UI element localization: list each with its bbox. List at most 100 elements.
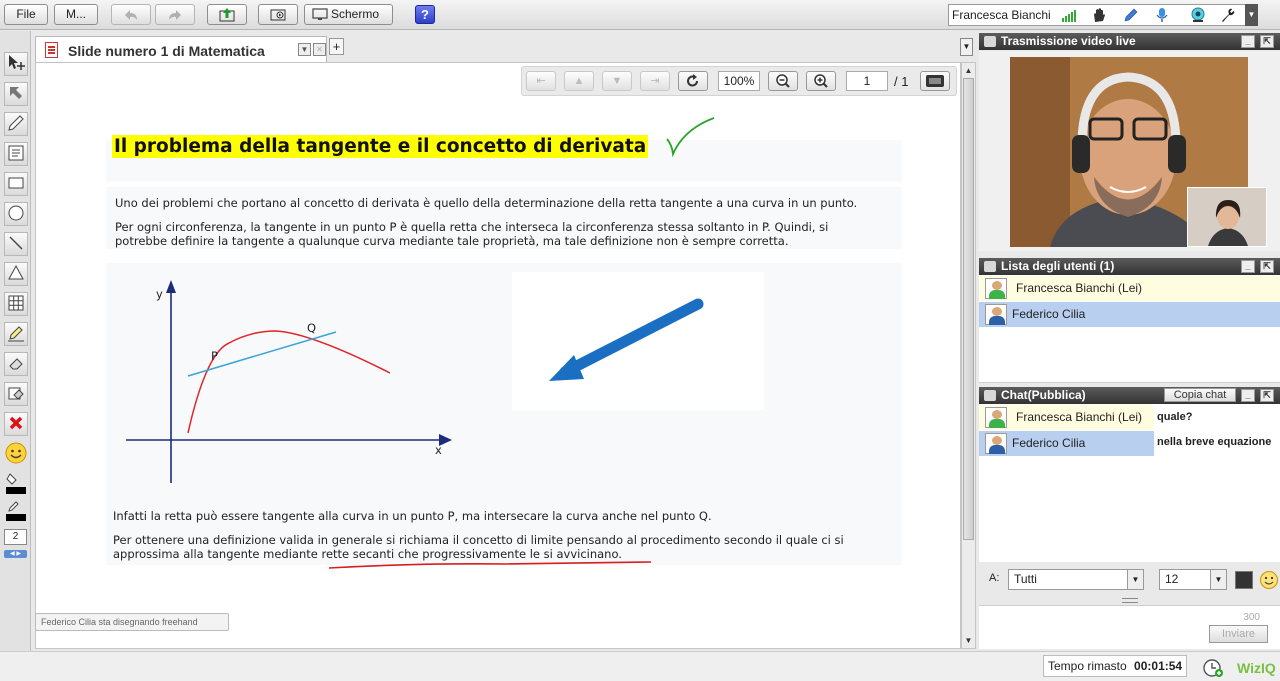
- zoom-in-button[interactable]: [806, 71, 836, 91]
- webcam-icon[interactable]: [1189, 7, 1207, 23]
- first-slide-button[interactable]: ⇤: [526, 71, 556, 91]
- time-remaining-label: Tempo rimasto: [1048, 659, 1127, 673]
- scroll-thumb[interactable]: [963, 78, 974, 540]
- microphone-icon[interactable]: [1153, 7, 1171, 23]
- rectangle-icon: [8, 177, 24, 189]
- zoom-level[interactable]: 100%: [718, 71, 760, 91]
- zoom-out-button[interactable]: [768, 71, 798, 91]
- move-tool-button[interactable]: [4, 52, 28, 76]
- user-avatar-icon: [985, 407, 1007, 428]
- add-tab-button[interactable]: +: [329, 38, 344, 55]
- pencil-icon[interactable]: [1122, 7, 1140, 23]
- freehand-tool-button[interactable]: [4, 112, 28, 136]
- wrench-icon[interactable]: [1219, 7, 1237, 23]
- stroke-pencil-icon: [6, 501, 26, 521]
- minimize-icon[interactable]: _: [1241, 35, 1255, 48]
- popout-icon[interactable]: ⇱: [1260, 35, 1274, 48]
- minimize-icon[interactable]: _: [1241, 260, 1255, 273]
- highlighter-tool-button[interactable]: [4, 322, 28, 346]
- tab-menu-icon[interactable]: ▼: [298, 43, 311, 56]
- upload-button[interactable]: [207, 4, 247, 25]
- line-icon: [9, 236, 23, 250]
- user-name: Federico Cilia: [1012, 307, 1086, 321]
- chat-message-author: Francesca Bianchi (Lei): [979, 405, 1154, 430]
- tab-close-icon[interactable]: ✕: [313, 43, 326, 56]
- minimize-icon[interactable]: _: [1241, 389, 1255, 402]
- scroll-down-arrow[interactable]: ▼: [963, 634, 974, 647]
- emoticon-tool-button[interactable]: [4, 441, 28, 465]
- select-tool-button[interactable]: [4, 82, 28, 106]
- eraser-tool-button[interactable]: [4, 352, 28, 376]
- previous-slide-button[interactable]: ▲: [564, 71, 594, 91]
- refresh-slide-button[interactable]: [678, 71, 708, 91]
- more-menu-button[interactable]: M...: [54, 4, 98, 25]
- chat-area: Francesca Bianchi (Lei) quale? Federico …: [979, 404, 1280, 649]
- popout-icon[interactable]: ⇱: [1260, 389, 1274, 402]
- copy-chat-button[interactable]: Copia chat: [1164, 388, 1236, 402]
- table-tool-button[interactable]: [4, 292, 28, 316]
- add-time-icon[interactable]: [1201, 655, 1225, 679]
- slide-scrollbar[interactable]: ▲ ▼: [961, 62, 976, 649]
- chat-bubble-icon: [984, 390, 996, 401]
- media-button[interactable]: [258, 4, 298, 25]
- text-tool-button[interactable]: [4, 142, 28, 166]
- popout-icon[interactable]: ⇱: [1260, 260, 1274, 273]
- stroke-color-picker[interactable]: [5, 499, 27, 523]
- scroll-up-arrow[interactable]: ▲: [963, 64, 974, 77]
- point-q-label: Q: [307, 321, 317, 335]
- point-p-label: P: [211, 349, 218, 363]
- clear-page-tool-button[interactable]: [4, 382, 28, 406]
- media-icon: [270, 9, 286, 21]
- drawing-tools-column: 2 ◀ ▶: [0, 31, 31, 651]
- chat-input-field[interactable]: 300 Inviare: [979, 605, 1280, 649]
- red-underline-annotation: [328, 561, 652, 569]
- refresh-icon: [687, 74, 699, 87]
- font-size-select[interactable]: 12 ▼: [1159, 569, 1227, 590]
- tab-slide-matematica[interactable]: Slide numero 1 di Matematica ▼ ✕: [35, 36, 327, 62]
- help-button[interactable]: ?: [415, 5, 435, 24]
- send-button[interactable]: Inviare: [1209, 625, 1268, 643]
- rectangle-tool-button[interactable]: [4, 172, 28, 196]
- user-list: Francesca Bianchi (Lei) Federico Cilia: [979, 275, 1280, 383]
- fill-color-picker[interactable]: [5, 471, 27, 495]
- recipient-value: Tutti: [1014, 572, 1037, 586]
- video-panel-header: Trasmissione video live _ ⇱: [979, 33, 1280, 50]
- redo-icon: [169, 10, 181, 20]
- smiley-icon: [5, 442, 27, 464]
- user-menu-dropdown[interactable]: ▼: [1245, 4, 1258, 26]
- undo-button[interactable]: [111, 4, 151, 25]
- tabs-dropdown-button[interactable]: ▼: [960, 38, 973, 56]
- redo-button[interactable]: [155, 4, 195, 25]
- slide-canvas[interactable]: ⇤ ▲ ▼ ⇥ 100% 1 / 1 Il problema della tan…: [35, 62, 961, 649]
- text-color-picker[interactable]: [1235, 571, 1253, 589]
- grid-icon: [8, 295, 24, 311]
- smiley-icon[interactable]: [1259, 570, 1279, 590]
- monitor-icon: [312, 8, 328, 20]
- screen-share-button[interactable]: Schermo: [304, 4, 393, 25]
- ellipse-tool-button[interactable]: [4, 202, 28, 226]
- fullscreen-button[interactable]: [920, 71, 950, 91]
- select-arrow-icon: [10, 87, 22, 99]
- file-menu-button[interactable]: File: [4, 4, 48, 25]
- delete-tool-button[interactable]: [4, 412, 28, 436]
- page-number-input[interactable]: 1: [846, 71, 888, 91]
- next-slide-button[interactable]: ▼: [602, 71, 632, 91]
- last-slide-button[interactable]: ⇥: [640, 71, 670, 91]
- stroke-size-stepper[interactable]: ◀ ▶: [4, 550, 27, 558]
- recipient-select[interactable]: Tutti ▼: [1008, 569, 1144, 590]
- raise-hand-icon[interactable]: [1090, 7, 1108, 23]
- drawing-status: Federico Cilia sta disegnando freehand: [35, 613, 229, 631]
- stroke-size-value[interactable]: 2: [4, 529, 27, 545]
- user-row[interactable]: Federico Cilia: [979, 302, 1280, 327]
- triangle-tool-button[interactable]: [4, 262, 28, 286]
- time-remaining-value: 00:01:54: [1134, 659, 1183, 673]
- line-tool-button[interactable]: [4, 232, 28, 256]
- resize-grip[interactable]: [1122, 598, 1138, 603]
- move-arrow-icon: [9, 55, 25, 70]
- users-panel-title: Lista degli utenti (1): [1001, 259, 1115, 273]
- chat-message-author: Federico Cilia: [979, 431, 1154, 456]
- zoom-in-icon: [814, 74, 828, 88]
- chat-author-name: Federico Cilia: [1012, 436, 1086, 450]
- self-video-thumbnail[interactable]: [1187, 187, 1267, 247]
- user-row[interactable]: Francesca Bianchi (Lei): [979, 276, 1280, 301]
